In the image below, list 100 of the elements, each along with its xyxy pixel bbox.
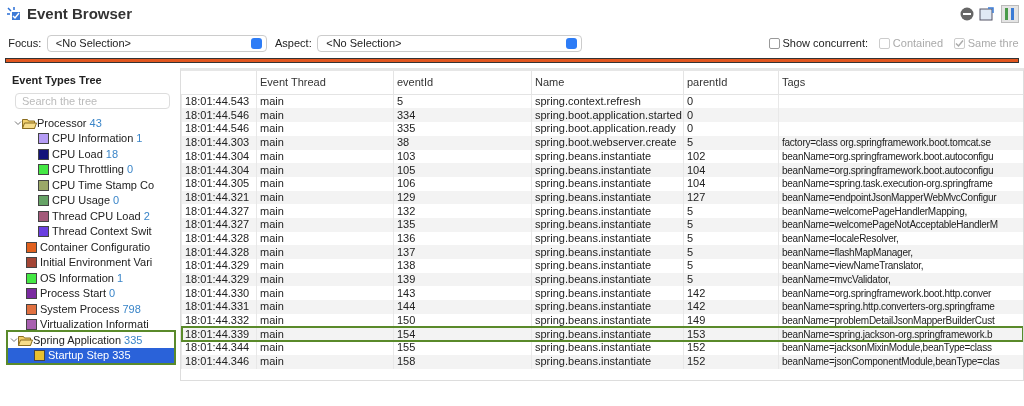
table-cell: 18:01:44.546 xyxy=(181,108,257,123)
table-cell: 152 xyxy=(683,341,779,355)
table-cell: 5 xyxy=(683,245,779,259)
event-count: 2 xyxy=(143,208,150,224)
table-cell: 150 xyxy=(393,313,532,328)
table-cell: 142 xyxy=(683,300,779,314)
tree-item[interactable]: Thread CPU Load 2 xyxy=(0,208,180,224)
aspect-select[interactable]: <No Selection> xyxy=(317,34,583,52)
table-cell: factory=class org.springframework.boot.tomcat.se xyxy=(778,135,1023,150)
table-cell: 152 xyxy=(683,354,779,369)
tree-item[interactable]: CPU Throttling 0 xyxy=(0,161,180,178)
table-cell: 335 xyxy=(393,122,532,136)
table-cell: 154 xyxy=(393,327,532,342)
tree-item[interactable]: Virtualization Informati xyxy=(0,316,180,333)
table-cell: 5 xyxy=(683,259,779,273)
export-icon[interactable] xyxy=(979,6,995,22)
column-header[interactable]: Tags xyxy=(778,70,1023,95)
checkbox-label: Same thre xyxy=(967,35,1019,51)
table-cell: spring.beans.instantiate xyxy=(531,341,684,355)
tree-item[interactable]: Startup Step 335 xyxy=(8,347,174,364)
search-field[interactable]: Search the tree xyxy=(15,93,170,110)
event-count: 335 xyxy=(112,348,131,364)
focus-select[interactable]: <No Selection> xyxy=(46,34,267,52)
minimize-icon[interactable] xyxy=(959,7,974,21)
table-cell: 18:01:44.327 xyxy=(181,204,257,218)
tree-item[interactable]: CPU Time Stamp Co xyxy=(0,177,180,193)
table-cell: 18:01:44.546 xyxy=(181,122,257,136)
tree-item[interactable]: CPU Load 18 xyxy=(0,146,180,162)
table-cell: spring.beans.instantiate xyxy=(531,163,684,177)
table-cell: main xyxy=(256,135,394,150)
event-count: 0 xyxy=(126,162,134,178)
table-cell: main xyxy=(256,341,394,355)
table-cell: 149 xyxy=(683,313,779,328)
table-cell: 38 xyxy=(393,135,532,150)
table-cell: 18:01:44.331 xyxy=(181,300,257,314)
checkbox-label: Contained xyxy=(892,35,943,51)
event-count: 0 xyxy=(113,193,120,209)
table-cell: main xyxy=(256,272,394,287)
table-cell: beanName=flashMapManager, xyxy=(778,245,1023,259)
table-cell: spring.beans.instantiate xyxy=(531,272,684,287)
table-cell: beanName=spring.jackson-org.springframework.b xyxy=(778,327,1023,342)
table-cell: spring.beans.instantiate xyxy=(531,327,684,342)
table-cell: 5 xyxy=(683,272,779,287)
panel-title: Event Types Tree xyxy=(12,73,103,87)
table-cell: 106 xyxy=(393,176,532,191)
folder-icon xyxy=(18,334,33,346)
table-cell: main xyxy=(256,327,394,342)
folder-label[interactable]: Processor xyxy=(37,115,87,132)
table-cell: spring.boot.webserver.create xyxy=(531,135,684,150)
table-cell: main xyxy=(256,217,394,232)
columns-icon[interactable] xyxy=(1000,5,1019,23)
table-cell: spring.beans.instantiate xyxy=(531,190,684,205)
table-cell: 18:01:44.303 xyxy=(181,135,257,150)
table-cell: beanName=jacksonMixinModule,beanType=class xyxy=(778,341,1023,355)
table-cell: beanName=jsonComponentModule,beanType=clas xyxy=(778,354,1023,369)
table-cell: main xyxy=(256,108,394,123)
tree-item[interactable]: Process Start 0 xyxy=(0,285,180,302)
table-cell: spring.beans.instantiate xyxy=(531,176,684,191)
table-cell: 137 xyxy=(393,245,532,259)
tree-item[interactable]: CPU Usage 0 xyxy=(0,192,180,209)
column-header[interactable]: parentId xyxy=(683,70,779,95)
column-header[interactable]: Name xyxy=(531,70,684,95)
table-cell: main xyxy=(256,176,394,191)
app-icon xyxy=(5,6,22,22)
event-count: 43 xyxy=(89,115,102,131)
table-cell: 153 xyxy=(683,327,779,342)
table-cell: 104 xyxy=(683,163,779,177)
table-cell: 18:01:44.332 xyxy=(181,313,257,328)
chevron-down-icon[interactable] xyxy=(10,336,18,345)
folder-label[interactable]: Spring Application xyxy=(33,331,122,349)
table-cell: 129 xyxy=(393,190,532,205)
tree-item[interactable]: CPU Information 1 xyxy=(0,130,180,147)
table-cell: 334 xyxy=(393,108,532,123)
table-cell: main xyxy=(256,259,394,273)
table-cell: beanName=welcomePageNotAcceptableHandlerM xyxy=(778,217,1023,232)
table-cell: beanName=spring.task.execution-org.springframe xyxy=(778,176,1023,191)
tree-item[interactable]: OS Information 1 xyxy=(0,270,180,286)
table-cell: main xyxy=(256,122,394,136)
table-cell: 5 xyxy=(683,217,779,232)
column-header[interactable]: eventId xyxy=(393,70,532,95)
table-cell: spring.beans.instantiate xyxy=(531,354,684,369)
column-header[interactable]: Event Thread xyxy=(256,70,394,95)
field-label: Aspect: xyxy=(275,35,312,51)
folder-icon xyxy=(22,117,37,129)
checkbox[interactable] xyxy=(768,37,780,49)
table-cell: 18:01:44.327 xyxy=(181,217,257,232)
tree-item[interactable]: Initial Environment Vari xyxy=(0,254,180,271)
tree-item[interactable]: Thread Context Swit xyxy=(0,223,180,240)
table-cell: 105 xyxy=(393,163,532,177)
table-cell: main xyxy=(256,163,394,177)
event-count: 1 xyxy=(117,270,124,286)
window-title: Event Browser xyxy=(27,5,133,23)
table-cell: 18:01:44.305 xyxy=(181,176,257,191)
table-cell: 155 xyxy=(393,341,532,355)
chevron-down-icon[interactable] xyxy=(14,119,22,128)
table-cell: beanName=endpointJsonMapperWebMvcConfigur xyxy=(778,190,1023,205)
field-label: Focus: xyxy=(8,35,42,51)
tree-item[interactable]: Container Configuratio xyxy=(0,239,180,255)
table-cell: 18:01:44.321 xyxy=(181,190,257,205)
tree-item[interactable]: System Process 798 xyxy=(0,301,180,317)
